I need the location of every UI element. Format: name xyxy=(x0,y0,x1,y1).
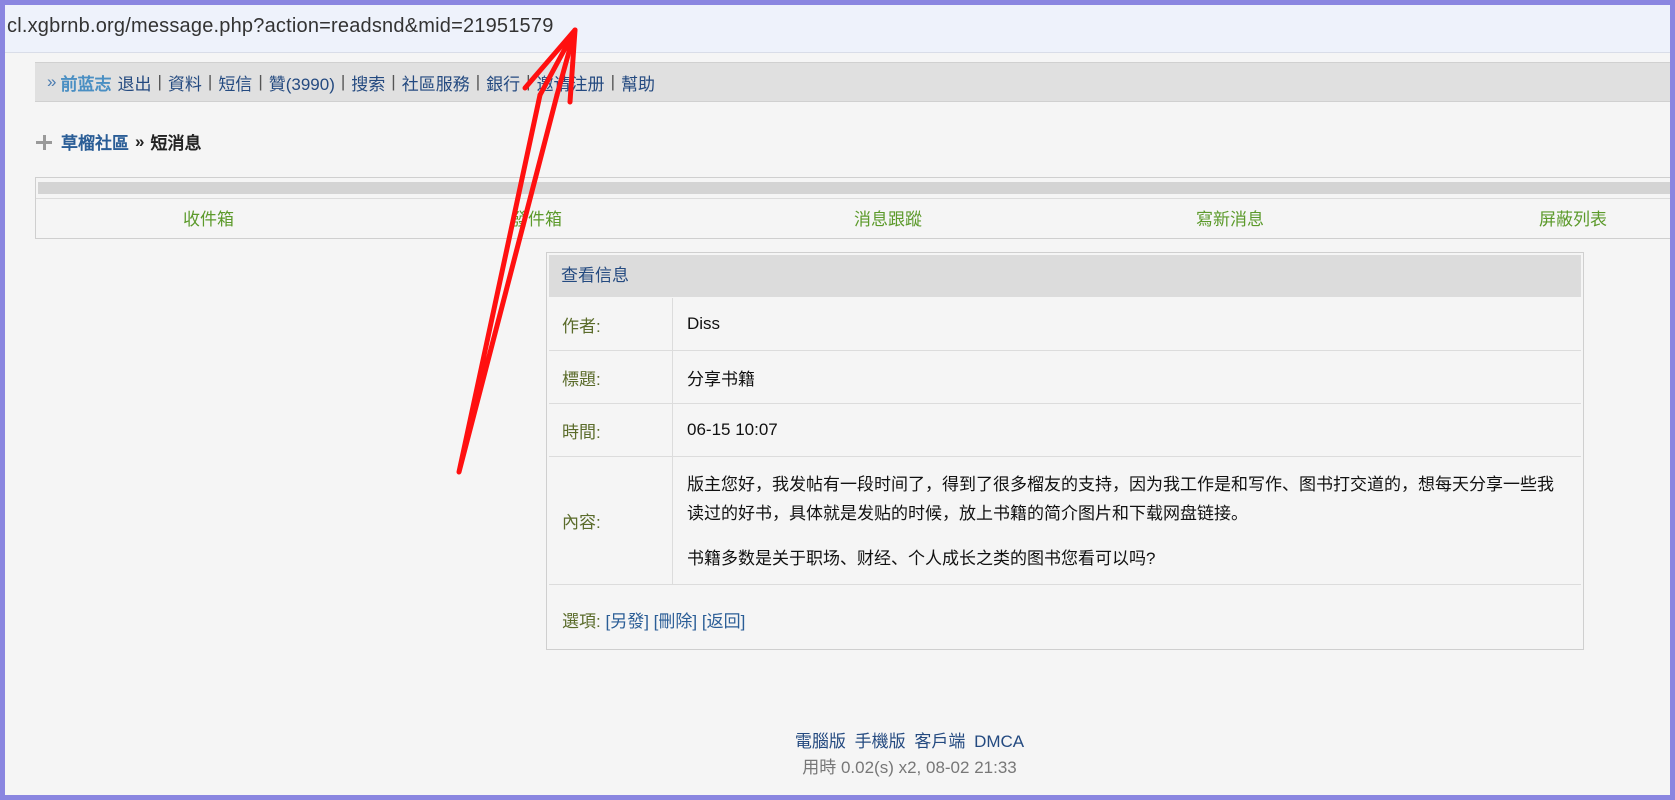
annotation-arrow-icon xyxy=(456,27,578,475)
